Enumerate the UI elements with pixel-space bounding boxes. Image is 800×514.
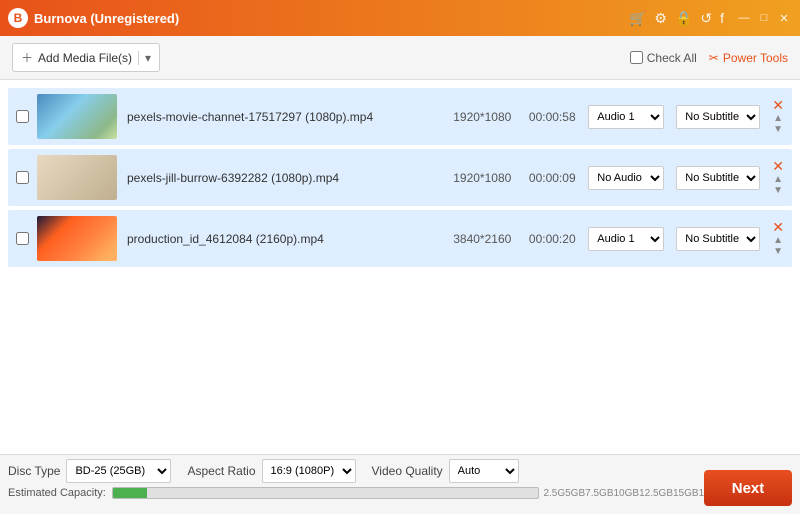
next-button[interactable]: Next [704,470,792,506]
capacity-tick: 7.5GB [585,488,613,499]
table-row: pexels-jill-burrow-6392282 (1080p).mp4 1… [8,149,792,206]
power-tools-label: Power Tools [723,51,788,65]
delete-button-2[interactable]: ✕ [772,159,784,173]
aspect-ratio-select[interactable]: 16:9 (1080P)4:3Auto [262,459,356,483]
audio-select-1[interactable]: Audio 1No AudioAudio 2 [588,105,664,129]
cart-icon[interactable]: 🛒 [629,10,646,27]
disc-type-label: Disc Type [8,464,60,478]
app-logo: B [8,8,28,28]
file-thumbnail-1 [37,94,117,139]
move-up-button-2[interactable]: ▲ [773,175,783,185]
file-actions-3: ✕ ▲ ▼ [772,220,784,257]
file-checkbox-1[interactable] [16,110,29,123]
move-down-button-1[interactable]: ▼ [773,125,783,135]
subtitle-select-3[interactable]: No SubtitleSubtitle 1 [676,227,760,251]
add-media-dropdown-arrow[interactable]: ▾ [138,51,151,65]
check-all-checkbox[interactable] [630,51,643,64]
table-row: production_id_4612084 (2160p).mp4 3840*2… [8,210,792,267]
file-checkbox-2[interactable] [16,171,29,184]
file-name-2: pexels-jill-burrow-6392282 (1080p).mp4 [127,171,442,185]
titlebar-toolbar-icons: 🛒 ⚙ 🔒 ↺ f [629,10,724,27]
file-resolution-1: 1920*1080 [442,110,522,124]
refresh-icon[interactable]: ↺ [700,10,712,27]
capacity-tick: 10GB [614,488,640,499]
add-media-label: Add Media File(s) [38,51,132,65]
lock-icon[interactable]: 🔒 [675,10,692,27]
power-tools-button[interactable]: ✂ Power Tools [709,51,788,65]
capacity-bar-area: Estimated Capacity: 2.5G5GB7.5GB10GB12.5… [8,487,792,499]
facebook-icon[interactable]: f [720,10,724,26]
aspect-ratio-field: Aspect Ratio 16:9 (1080P)4:3Auto [187,459,355,483]
aspect-ratio-label: Aspect Ratio [187,464,255,478]
file-audio-1[interactable]: Audio 1No AudioAudio 2 [588,105,664,129]
video-quality-select[interactable]: AutoHighMediumLow [449,459,519,483]
settings-icon[interactable]: ⚙ [654,10,667,27]
capacity-fill [113,488,147,498]
estimated-capacity-label: Estimated Capacity: [8,487,106,499]
title-bar: B Burnova (Unregistered) 🛒 ⚙ 🔒 ↺ f — □ ✕ [0,0,800,36]
file-actions-1: ✕ ▲ ▼ [772,98,784,135]
file-arrows-2: ▲ ▼ [773,175,783,196]
top-toolbar: ＋ Add Media File(s) ▾ Check All ✂ Power … [0,36,800,80]
capacity-tick: 12.5GB [639,488,673,499]
file-subtitle-3[interactable]: No SubtitleSubtitle 1 [676,227,760,251]
file-resolution-3: 3840*2160 [442,232,522,246]
maximize-button[interactable]: □ [756,10,772,26]
add-icon: ＋ [21,49,33,66]
audio-select-2[interactable]: Audio 1No AudioAudio 2 [588,166,664,190]
app-title: Burnova (Unregistered) [34,11,629,26]
capacity-row: 2.5G5GB7.5GB10GB12.5GB15GB17.5GB20GB22.5… [112,487,792,499]
file-list: pexels-movie-channet-17517297 (1080p).mp… [0,80,800,454]
move-down-button-2[interactable]: ▼ [773,186,783,196]
file-checkbox-3[interactable] [16,232,29,245]
capacity-tick: 5GB [565,488,585,499]
file-thumbnail-3 [37,216,117,261]
power-tools-icon: ✂ [709,51,719,65]
disc-type-select[interactable]: BD-25 (25GB)BD-50 (50GB)DVD-5 (4.7GB) [66,459,171,483]
bottom-controls: Disc Type BD-25 (25GB)BD-50 (50GB)DVD-5 … [8,459,792,483]
audio-select-3[interactable]: Audio 1No AudioAudio 2 [588,227,664,251]
file-audio-3[interactable]: Audio 1No AudioAudio 2 [588,227,664,251]
disc-type-field: Disc Type BD-25 (25GB)BD-50 (50GB)DVD-5 … [8,459,171,483]
check-all-label[interactable]: Check All [630,51,697,65]
delete-button-1[interactable]: ✕ [772,98,784,112]
check-all-text: Check All [647,51,697,65]
file-duration-2: 00:00:09 [522,171,582,185]
table-row: pexels-movie-channet-17517297 (1080p).mp… [8,88,792,145]
move-up-button-1[interactable]: ▲ [773,114,783,124]
video-quality-label: Video Quality [372,464,443,478]
close-button[interactable]: ✕ [776,10,792,26]
right-toolbar: Check All ✂ Power Tools [630,51,788,65]
subtitle-select-1[interactable]: No SubtitleSubtitle 1 [676,105,760,129]
main-content: ＋ Add Media File(s) ▾ Check All ✂ Power … [0,36,800,454]
add-media-button[interactable]: ＋ Add Media File(s) ▾ [12,43,160,72]
window-controls: — □ ✕ [736,10,792,26]
minimize-button[interactable]: — [736,10,752,26]
file-arrows-3: ▲ ▼ [773,236,783,257]
file-thumbnail-2 [37,155,117,200]
file-name-1: pexels-movie-channet-17517297 (1080p).mp… [127,110,442,124]
file-resolution-2: 1920*1080 [442,171,522,185]
capacity-track [112,487,540,499]
file-duration-3: 00:00:20 [522,232,582,246]
video-quality-field: Video Quality AutoHighMediumLow [372,459,519,483]
move-down-button-3[interactable]: ▼ [773,247,783,257]
move-up-button-3[interactable]: ▲ [773,236,783,246]
bottom-bar: Disc Type BD-25 (25GB)BD-50 (50GB)DVD-5 … [0,454,800,514]
file-arrows-1: ▲ ▼ [773,114,783,135]
delete-button-3[interactable]: ✕ [772,220,784,234]
subtitle-select-2[interactable]: No SubtitleSubtitle 1 [676,166,760,190]
file-subtitle-2[interactable]: No SubtitleSubtitle 1 [676,166,760,190]
capacity-tick: 2.5G [543,488,565,499]
file-audio-2[interactable]: Audio 1No AudioAudio 2 [588,166,664,190]
file-actions-2: ✕ ▲ ▼ [772,159,784,196]
file-name-3: production_id_4612084 (2160p).mp4 [127,232,442,246]
file-subtitle-1[interactable]: No SubtitleSubtitle 1 [676,105,760,129]
capacity-tick: 15GB [673,488,699,499]
file-duration-1: 00:00:58 [522,110,582,124]
